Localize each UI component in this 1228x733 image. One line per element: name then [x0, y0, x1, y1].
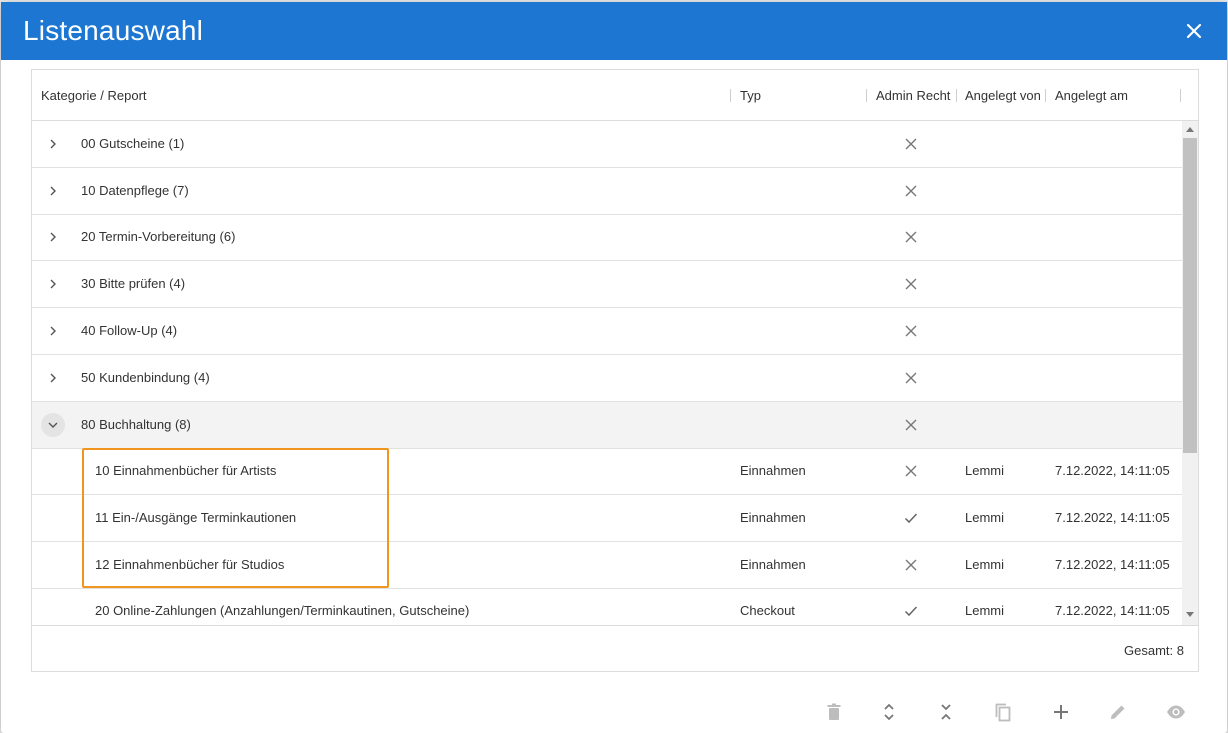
dialog-titlebar: Listenauswahl [1, 2, 1227, 60]
report-grid: Kategorie / Report Typ Admin Recht Angel… [31, 69, 1199, 672]
category-label: 30 Bitte prüfen (4) [81, 276, 186, 291]
category-label: 20 Termin-Vorbereitung (6) [81, 229, 236, 244]
grid-header: Kategorie / Report Typ Admin Recht Angel… [32, 70, 1198, 121]
report-label: 10 Einnahmenbücher für Artists [95, 463, 277, 478]
scroll-up-arrow[interactable] [1186, 127, 1194, 132]
chevron-right-icon[interactable] [41, 132, 65, 156]
close-icon[interactable] [1183, 20, 1205, 42]
expand-all-icon[interactable] [876, 699, 902, 725]
cross-icon [904, 558, 918, 572]
report-created-by: Lemmi [965, 557, 1005, 572]
collapse-all-icon[interactable] [933, 699, 959, 725]
category-row[interactable]: 50 Kundenbindung (4) [32, 355, 1182, 402]
chevron-right-icon[interactable] [41, 272, 65, 296]
grid-body: 00 Gutscheine (1) 10 Datenpflege (7) 20 … [32, 121, 1182, 625]
cross-icon [904, 464, 918, 478]
delete-icon[interactable] [821, 699, 847, 725]
category-row[interactable]: 20 Termin-Vorbereitung (6) [32, 214, 1182, 261]
cross-icon [904, 418, 918, 432]
report-label: 12 Einnahmenbücher für Studios [95, 557, 285, 572]
cross-icon [904, 184, 918, 198]
chevron-right-icon[interactable] [41, 225, 65, 249]
dialog-title: Listenauswahl [23, 15, 204, 46]
column-header-category[interactable]: Kategorie / Report [41, 88, 147, 103]
category-row-expanded[interactable]: 80 Buchhaltung (8) [32, 402, 1182, 449]
cross-icon [904, 371, 918, 385]
report-created-at: 7.12.2022, 14:11:05 [1055, 463, 1170, 478]
cross-icon [904, 230, 918, 244]
column-header-created-by[interactable]: Angelegt von [965, 88, 1041, 103]
category-label: 10 Datenpflege (7) [81, 183, 189, 198]
column-header-type[interactable]: Typ [740, 88, 761, 103]
cross-icon [904, 137, 918, 151]
category-label: 50 Kundenbindung (4) [81, 370, 210, 385]
scrollbar-thumb[interactable] [1183, 138, 1197, 453]
column-separator[interactable] [730, 89, 731, 102]
report-created-by: Lemmi [965, 463, 1005, 478]
column-separator[interactable] [1180, 89, 1181, 102]
view-icon[interactable] [1163, 699, 1189, 725]
report-created-at: 7.12.2022, 14:11:05 [1055, 603, 1170, 618]
report-created-at: 7.12.2022, 14:11:05 [1055, 510, 1170, 525]
report-created-by: Lemmi [965, 510, 1005, 525]
category-row[interactable]: 10 Datenpflege (7) [32, 168, 1182, 215]
check-icon [904, 604, 918, 618]
column-header-created-at[interactable]: Angelegt am [1055, 88, 1128, 103]
report-type: Einnahmen [740, 557, 806, 572]
column-separator[interactable] [956, 89, 957, 102]
chevron-right-icon[interactable] [41, 179, 65, 203]
report-label: 20 Online-Zahlungen (Anzahlungen/Termink… [95, 603, 470, 618]
report-row[interactable]: 11 Ein-/Ausgänge Terminkautionen Einnahm… [32, 495, 1182, 542]
column-separator[interactable] [866, 89, 867, 102]
cross-icon [904, 277, 918, 291]
report-row[interactable]: 10 Einnahmenbücher für Artists Einnahmen… [32, 448, 1182, 495]
chevron-down-icon[interactable] [41, 413, 65, 437]
category-row[interactable]: 40 Follow-Up (4) [32, 308, 1182, 355]
report-created-by: Lemmi [965, 603, 1005, 618]
column-separator[interactable] [1045, 89, 1046, 102]
report-type: Einnahmen [740, 510, 806, 525]
report-label: 11 Ein-/Ausgänge Terminkautionen [95, 510, 297, 525]
copy-icon[interactable] [990, 699, 1016, 725]
vertical-scrollbar[interactable] [1182, 121, 1198, 625]
column-header-admin[interactable]: Admin Recht [876, 88, 950, 103]
category-label: 40 Follow-Up (4) [81, 323, 178, 338]
list-selection-dialog: Listenauswahl Kategorie / Report Typ Adm… [1, 2, 1227, 733]
chevron-right-icon[interactable] [41, 366, 65, 390]
cross-icon [904, 324, 918, 338]
category-label: 80 Buchhaltung (8) [81, 417, 191, 432]
category-row[interactable]: 30 Bitte prüfen (4) [32, 261, 1182, 308]
report-type: Checkout [740, 603, 795, 618]
report-row[interactable]: 12 Einnahmenbücher für Studios Einnahmen… [32, 542, 1182, 589]
report-type: Einnahmen [740, 463, 806, 478]
chevron-right-icon[interactable] [41, 319, 65, 343]
bottom-toolbar [1, 699, 1227, 727]
total-count: Gesamt: 8 [1124, 643, 1184, 658]
report-row[interactable]: 20 Online-Zahlungen (Anzahlungen/Termink… [32, 588, 1182, 625]
scroll-down-arrow[interactable] [1186, 612, 1194, 617]
category-label: 00 Gutscheine (1) [81, 136, 185, 151]
check-icon [904, 511, 918, 525]
edit-icon[interactable] [1105, 699, 1131, 725]
add-icon[interactable] [1048, 699, 1074, 725]
category-row[interactable]: 00 Gutscheine (1) [32, 121, 1182, 168]
grid-footer: Gesamt: 8 [32, 625, 1198, 671]
report-created-at: 7.12.2022, 14:11:05 [1055, 557, 1170, 572]
